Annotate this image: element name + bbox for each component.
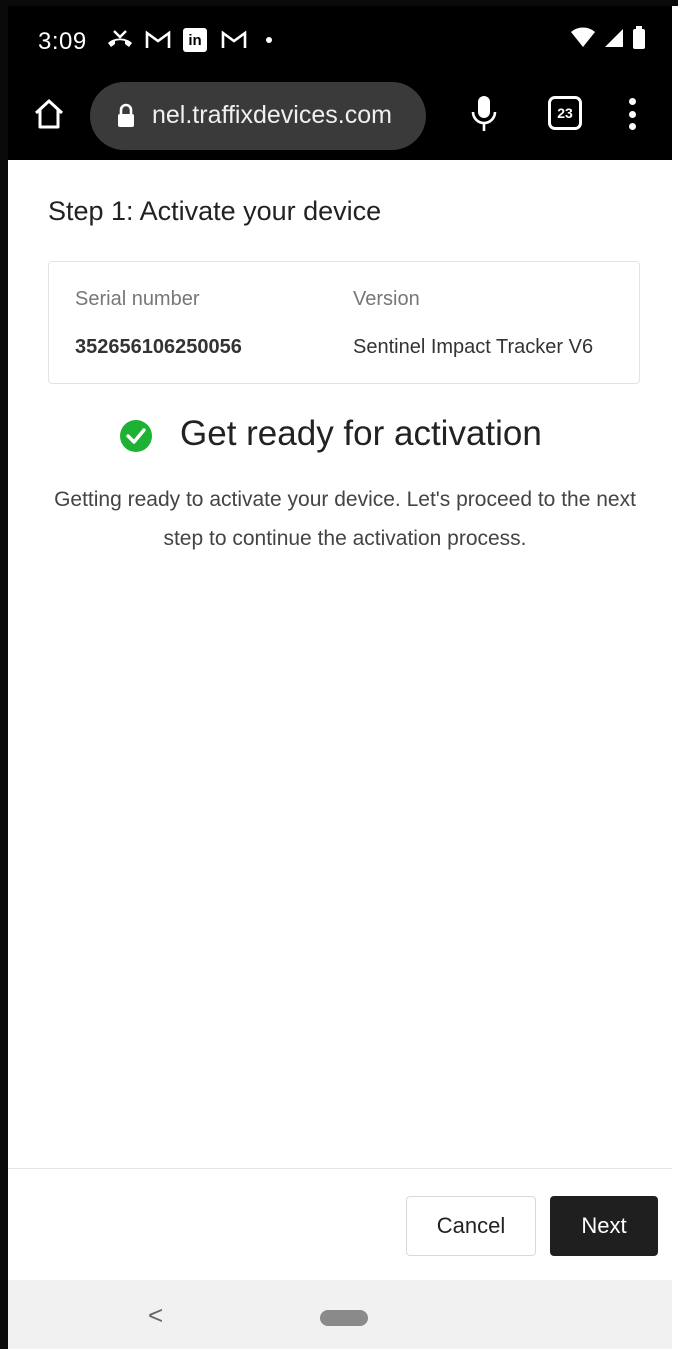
check-circle-icon <box>120 420 152 452</box>
device-info-card: Serial number 352656106250056 Version Se… <box>48 261 640 384</box>
browser-top-bar: 3:09 in nel.traffixdevices.com 23 <box>8 6 672 160</box>
next-button[interactable]: Next <box>550 1196 658 1256</box>
battery-icon <box>632 26 646 55</box>
serial-number-value: 352656106250056 <box>75 336 242 358</box>
android-nav-bar: < <box>8 1280 672 1349</box>
browser-toolbar: nel.traffixdevices.com 23 <box>8 74 672 160</box>
status-system-icons <box>570 26 646 55</box>
microphone-icon[interactable] <box>466 92 502 136</box>
page-title: Step 1: Activate your device <box>48 196 382 226</box>
tab-switcher-button[interactable]: 23 <box>548 96 582 130</box>
tab-count: 23 <box>557 105 573 121</box>
lock-icon <box>116 103 136 134</box>
status-bar: 3:09 in <box>8 6 672 72</box>
url-text: nel.traffixdevices.com <box>152 101 392 129</box>
dot-icon <box>262 26 276 54</box>
version-label: Version <box>353 288 420 310</box>
home-pill-icon[interactable] <box>320 1310 368 1326</box>
version-value: Sentinel Impact Tracker V6 <box>353 336 594 358</box>
serial-number-label: Serial number <box>75 288 200 310</box>
activation-status: Get ready for activation <box>0 412 678 462</box>
activation-heading: Get ready for activation <box>180 414 542 453</box>
device-frame-left <box>0 0 8 1349</box>
linkedin-text: in <box>183 28 207 52</box>
activation-description: Getting ready to activate your device. L… <box>54 488 636 550</box>
address-bar[interactable]: nel.traffixdevices.com <box>90 82 426 150</box>
cancel-button[interactable]: Cancel <box>406 1196 536 1256</box>
gmail-icon <box>142 26 174 54</box>
wifi-icon <box>570 27 596 54</box>
linkedin-icon: in <box>180 26 210 54</box>
missed-call-icon <box>104 26 136 54</box>
signal-icon <box>604 28 624 53</box>
back-icon[interactable]: < <box>148 1300 163 1331</box>
status-time: 3:09 <box>38 28 87 55</box>
action-footer: Cancel Next <box>8 1168 672 1278</box>
home-icon[interactable] <box>30 94 68 134</box>
more-menu-icon[interactable] <box>620 94 644 134</box>
gmail-icon <box>218 26 250 54</box>
